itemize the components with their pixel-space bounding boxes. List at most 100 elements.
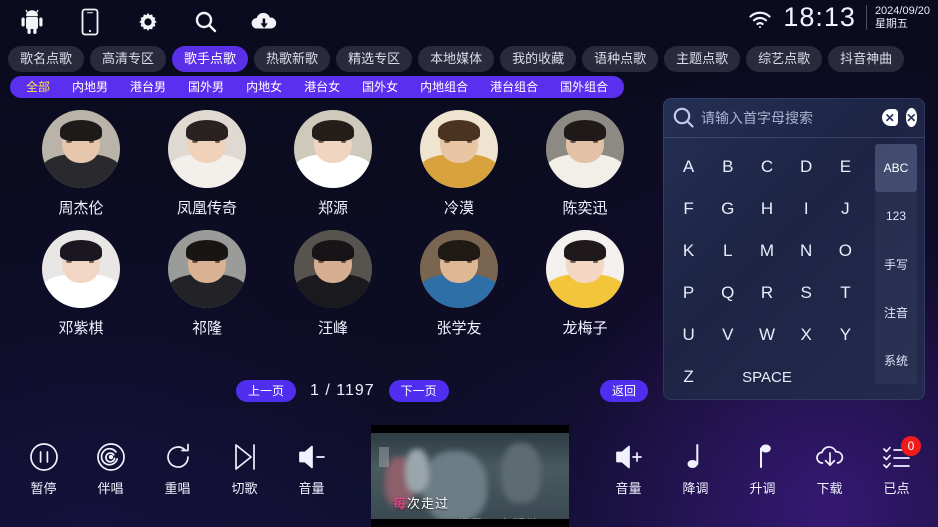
input-mode-3[interactable]: 注音 xyxy=(875,288,917,336)
key-M[interactable]: M xyxy=(747,230,786,272)
key-K[interactable]: K xyxy=(669,230,708,272)
subtab-2[interactable]: 港台男 xyxy=(120,77,176,97)
tab-7[interactable]: 语种点歌 xyxy=(582,46,659,72)
input-mode-1[interactable]: 123 xyxy=(875,192,917,240)
subtab-0[interactable]: 全部 xyxy=(16,77,60,97)
key-I[interactable]: I xyxy=(787,188,826,230)
key-H[interactable]: H xyxy=(747,188,786,230)
prev-page-button[interactable]: 上一页 xyxy=(236,380,297,402)
key-Q[interactable]: Q xyxy=(708,272,747,314)
back-button[interactable]: 返回 xyxy=(600,380,649,402)
tab-9[interactable]: 综艺点歌 xyxy=(746,46,823,72)
next-page-button[interactable]: 下一页 xyxy=(388,380,449,402)
subtab-9[interactable]: 国外组合 xyxy=(550,77,618,97)
android-icon[interactable] xyxy=(10,2,54,42)
search-icon[interactable] xyxy=(184,2,228,42)
avatar[interactable] xyxy=(168,110,246,188)
input-mode-0[interactable]: ABC xyxy=(875,144,917,192)
control-pause-circle[interactable]: 暂停 xyxy=(10,440,77,497)
tab-3[interactable]: 热歌新歌 xyxy=(254,46,331,72)
karaoke-app: 18:13 2024/09/20 星期五 歌名点歌 高清专区 歌手点歌 热歌新歌 精选专… xyxy=(0,0,938,527)
key-Y[interactable]: Y xyxy=(826,314,865,356)
tab-0[interactable]: 歌名点歌 xyxy=(8,46,85,72)
video-figure-mid xyxy=(405,449,429,493)
video-preview[interactable]: 每次走过 都是一次孤独 xyxy=(371,425,569,527)
avatar[interactable] xyxy=(420,110,498,188)
artist-cell[interactable]: 郑源 xyxy=(270,110,396,218)
key-G[interactable]: G xyxy=(708,188,747,230)
control-disc[interactable]: 伴唱 xyxy=(77,440,144,497)
key-S[interactable]: S xyxy=(787,272,826,314)
key-A[interactable]: A xyxy=(669,146,708,188)
subtab-5[interactable]: 港台女 xyxy=(294,77,350,97)
artist-cell[interactable]: 龙梅子 xyxy=(522,230,648,338)
control-note-down[interactable]: 降调 xyxy=(662,440,729,497)
key-F[interactable]: F xyxy=(669,188,708,230)
control-note-up[interactable]: 升调 xyxy=(729,440,796,497)
key-X[interactable]: X xyxy=(787,314,826,356)
key-T[interactable]: T xyxy=(826,272,865,314)
key-W[interactable]: W xyxy=(747,314,786,356)
avatar[interactable] xyxy=(294,230,372,308)
key-P[interactable]: P xyxy=(669,272,708,314)
key-L[interactable]: L xyxy=(708,230,747,272)
close-icon[interactable]: ✕ xyxy=(905,108,917,127)
gear-icon[interactable] xyxy=(126,2,170,42)
avatar[interactable] xyxy=(546,110,624,188)
artist-cell[interactable]: 张学友 xyxy=(396,230,522,338)
tab-10[interactable]: 抖音神曲 xyxy=(828,46,905,72)
artist-cell[interactable]: 邓紫棋 xyxy=(18,230,144,338)
subtab-1[interactable]: 内地男 xyxy=(62,77,118,97)
tab-4[interactable]: 精选专区 xyxy=(336,46,413,72)
video-watermark xyxy=(379,447,389,467)
subtab-8[interactable]: 港台组合 xyxy=(480,77,548,97)
tab-5[interactable]: 本地媒体 xyxy=(418,46,495,72)
control-volume-up[interactable]: 音量 xyxy=(595,440,662,497)
input-mode-2[interactable]: 手写 xyxy=(875,240,917,288)
key-E[interactable]: E xyxy=(826,146,865,188)
cloud-download-icon[interactable] xyxy=(242,2,286,42)
control-volume-down[interactable]: 音量 xyxy=(278,440,345,497)
key-V[interactable]: V xyxy=(708,314,747,356)
subtab-6[interactable]: 国外女 xyxy=(352,77,408,97)
tab-2[interactable]: 歌手点歌 xyxy=(172,46,249,72)
control-skip-next[interactable]: 切歌 xyxy=(211,440,278,497)
key-O[interactable]: O xyxy=(826,230,865,272)
key-J[interactable]: J xyxy=(826,188,865,230)
search-input[interactable] xyxy=(697,109,882,126)
artist-cell[interactable]: 周杰伦 xyxy=(18,110,144,218)
avatar[interactable] xyxy=(168,230,246,308)
backspace-icon[interactable]: ✕ xyxy=(882,109,898,126)
key-D[interactable]: D xyxy=(787,146,826,188)
input-mode-4[interactable]: 系统 xyxy=(875,336,917,384)
control-replay[interactable]: 重唱 xyxy=(144,440,211,497)
subtab-7[interactable]: 内地组合 xyxy=(410,77,478,97)
avatar[interactable] xyxy=(546,230,624,308)
avatar[interactable] xyxy=(42,110,120,188)
key-R[interactable]: R xyxy=(747,272,786,314)
phone-icon[interactable] xyxy=(68,2,112,42)
tab-1[interactable]: 高清专区 xyxy=(90,46,167,72)
key-C[interactable]: C xyxy=(747,146,786,188)
tab-8[interactable]: 主题点歌 xyxy=(664,46,741,72)
artist-cell[interactable]: 祁隆 xyxy=(144,230,270,338)
artist-cell[interactable]: 陈奕迅 xyxy=(522,110,648,218)
subtab-3[interactable]: 国外男 xyxy=(178,77,234,97)
artist-cell[interactable]: 凤凰传奇 xyxy=(144,110,270,218)
key-space[interactable]: SPACE xyxy=(708,356,826,398)
artist-cell[interactable]: 汪峰 xyxy=(270,230,396,338)
subtab-4[interactable]: 内地女 xyxy=(236,77,292,97)
control-cloud-download[interactable]: 下载 xyxy=(796,440,863,497)
artist-cell[interactable]: 冷漠 xyxy=(396,110,522,218)
key-B[interactable]: B xyxy=(708,146,747,188)
tab-6[interactable]: 我的收藏 xyxy=(500,46,577,72)
avatar[interactable] xyxy=(294,110,372,188)
control-playlist[interactable]: 已点 0 xyxy=(863,436,930,497)
artist-name: 陈奕迅 xyxy=(562,200,608,217)
key-N[interactable]: N xyxy=(787,230,826,272)
avatar[interactable] xyxy=(420,230,498,308)
key-U[interactable]: U xyxy=(669,314,708,356)
selected-count-badge: 0 xyxy=(901,436,921,456)
key-Z[interactable]: Z xyxy=(669,356,708,398)
avatar[interactable] xyxy=(42,230,120,308)
